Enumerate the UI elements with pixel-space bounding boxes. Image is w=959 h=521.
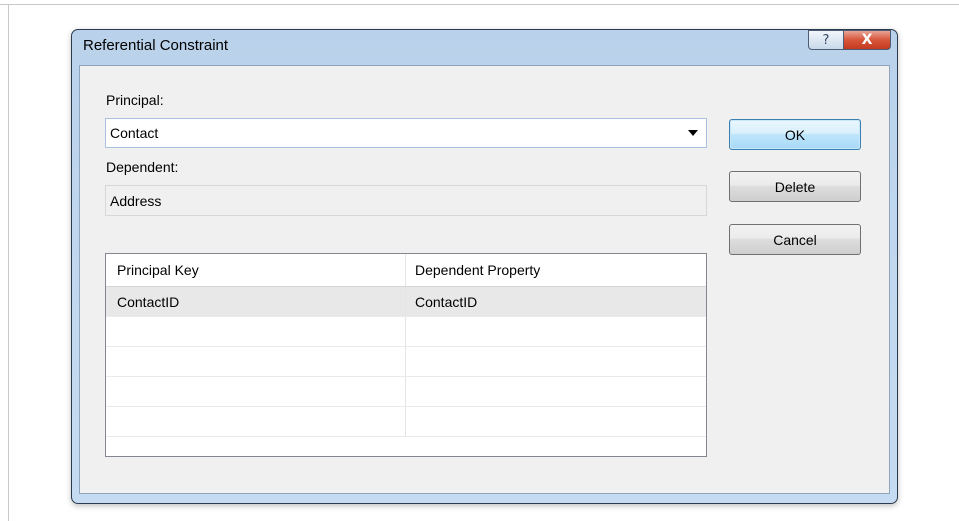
delete-button[interactable]: Delete [729, 171, 861, 202]
table-row[interactable] [106, 347, 706, 377]
constraint-grid[interactable]: Principal Key Dependent Property Contact… [105, 253, 707, 457]
principal-key-cell[interactable]: ContactID [106, 287, 406, 316]
principal-key-cell[interactable] [106, 377, 406, 406]
dropdown-arrow-icon[interactable] [688, 130, 698, 136]
principal-selected-value: Contact [110, 125, 159, 141]
caption-buttons: ? X [808, 30, 891, 51]
background-frame-top [0, 4, 959, 5]
background-frame-left [8, 4, 9, 521]
table-row[interactable]: ContactID ContactID [106, 287, 706, 317]
dependent-value: Address [110, 192, 162, 209]
dependent-property-cell[interactable] [406, 347, 706, 376]
principal-combobox[interactable]: Contact [105, 118, 707, 148]
close-icon: X [861, 32, 873, 48]
dependent-property-cell[interactable] [406, 407, 706, 436]
dependent-field: Address [105, 185, 707, 216]
help-icon: ? [822, 32, 830, 48]
grid-header-row: Principal Key Dependent Property [106, 254, 706, 287]
cancel-button[interactable]: Cancel [729, 224, 861, 255]
ok-button[interactable]: OK [729, 119, 861, 150]
help-button[interactable]: ? [808, 30, 843, 50]
dependent-property-cell[interactable] [406, 377, 706, 406]
close-button[interactable]: X [843, 30, 891, 50]
table-row[interactable] [106, 317, 706, 347]
table-row[interactable] [106, 377, 706, 407]
dependent-property-cell[interactable]: ContactID [406, 287, 706, 316]
principal-key-cell[interactable] [106, 347, 406, 376]
principal-key-cell[interactable] [106, 317, 406, 346]
table-row[interactable] [106, 407, 706, 437]
dialog-title: Referential Constraint [83, 37, 229, 54]
dialog-client-area: Principal: Contact Dependent: Address Pr… [79, 65, 890, 494]
principal-label: Principal: [106, 92, 164, 108]
dependent-property-cell[interactable] [406, 317, 706, 346]
column-header-dependent-property[interactable]: Dependent Property [406, 254, 706, 286]
referential-constraint-dialog: Referential Constraint ? X Principal: Co… [71, 29, 898, 504]
column-header-principal-key[interactable]: Principal Key [106, 254, 406, 286]
principal-key-cell[interactable] [106, 407, 406, 436]
dependent-label: Dependent: [106, 159, 179, 175]
